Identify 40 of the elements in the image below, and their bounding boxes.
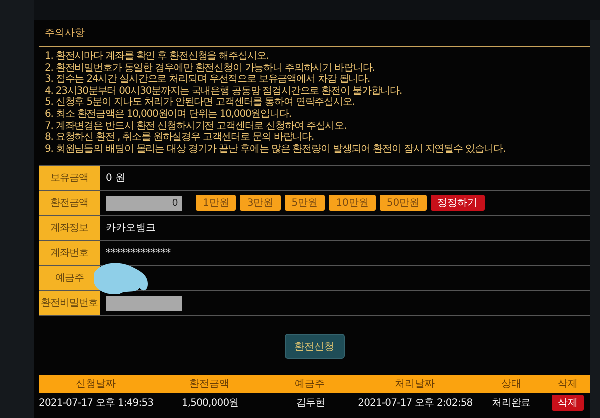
amount-button[interactable]: 1만원 [196, 195, 236, 212]
column-header: 신청날짜 [74, 378, 117, 392]
password-input[interactable] [106, 296, 182, 311]
notice-item: 2. 환전비밀번호가 동일한 경우에만 환전신청이 가능하니 주의하시기 바랍니다. [45, 62, 376, 74]
notice-item: 6. 최소 환전금액은 10,000원이며 단위는 10,000원입니다. [45, 108, 292, 121]
column-header: 환전금액 [188, 378, 231, 392]
submit-button[interactable]: 환전신청 [284, 334, 344, 360]
amount-input[interactable]: 0 [106, 196, 182, 211]
amount-button[interactable]: 5만원 [284, 195, 326, 212]
notice-title: 주의사항 [39, 20, 590, 47]
notice-item: 5. 신청후 5분이 지나도 처리가 안된다면 고객센터를 통하여 연락주십시오. [45, 97, 356, 109]
field-label: 보유금액 [39, 166, 100, 190]
notice-item: 4. 23시30분부터 00시30분까지는 국내은행 공동망 점검시간으로 환전이 불가합니다. [45, 86, 404, 98]
field-label: 계좌정보 [39, 216, 100, 240]
field-label: 환전비밀번호 [39, 291, 100, 316]
table-cell-text: 1,500,000원 [180, 397, 240, 410]
notice-item: 9. 회원님들의 배팅이 몰리는 대상 경기가 끝난 후에는 많은 환전량이 발생되어 환전이 잠시 지연될수 있습니다. [45, 144, 507, 156]
delete-button[interactable]: 삭제 [552, 395, 584, 412]
table-cell-text: 2021-07-17 오후 1:49:53 [39, 397, 154, 410]
field-label: 계좌번호 [39, 241, 100, 266]
field-label: 환전금액 [39, 191, 100, 216]
table-cell-text: 처리완료 [491, 397, 532, 410]
field-value: 카카오뱅크 [106, 222, 156, 236]
notice-item: 1. 환전시마다 계좌를 확인 후 환전신청을 해주십시오. [45, 51, 270, 63]
field-value: 0 원 [106, 172, 126, 186]
field-value: ************* [106, 248, 171, 259]
column-header: 삭제 [557, 378, 580, 392]
notice-item: 7. 계좌변경은 반드시 환전 신청하시기전 고객센터로 신청하여 주십시오. [45, 120, 348, 132]
amount-button[interactable]: 3만원 [240, 195, 281, 212]
column-header: 상태 [500, 378, 522, 392]
column-header: 처리날짜 [394, 378, 436, 392]
table-cell-text: 2021-07-17 오후 2:02:58 [357, 397, 474, 410]
table-cell-text: 김두현 [295, 397, 326, 410]
reset-button[interactable]: 정정하기 [430, 195, 485, 212]
column-header: 예금주 [294, 378, 326, 392]
amount-button[interactable]: 10만원 [329, 195, 376, 212]
notice-item: 8. 요청하신 환전 , 취소를 원하실경우 고객센터로 문의 바랍니다. [45, 132, 316, 144]
amount-button[interactable]: 50만원 [380, 195, 427, 212]
field-label: 예금주 [39, 266, 100, 290]
notice-item: 3. 접수는 24시간 실시간으로 처리되며 우선적으로 보유금액에서 차감 됩니다. [45, 74, 372, 86]
